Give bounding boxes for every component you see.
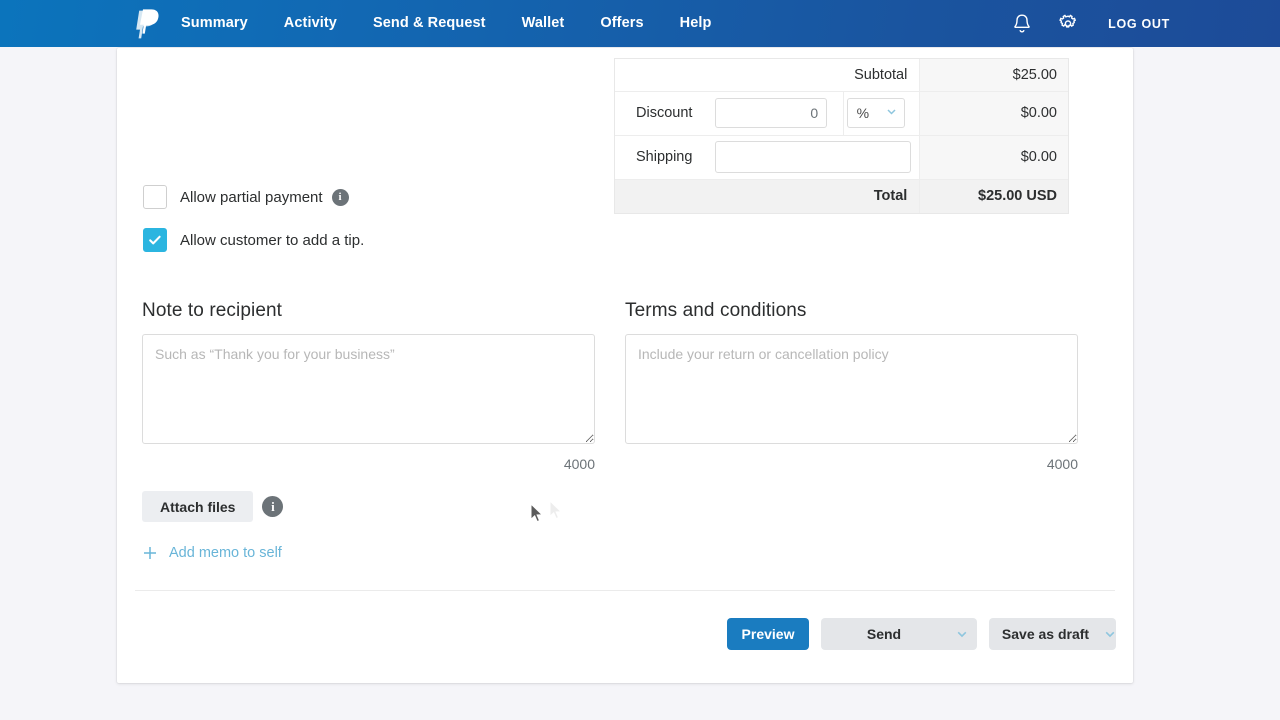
- add-memo-row[interactable]: Add memo to self: [142, 545, 282, 561]
- gear-icon[interactable]: [1056, 12, 1080, 36]
- attach-files-info-icon[interactable]: i: [262, 496, 284, 517]
- note-to-recipient-input[interactable]: [142, 334, 595, 444]
- nav-item-offers[interactable]: Offers: [582, 0, 661, 47]
- nav-item-send-request[interactable]: Send & Request: [355, 0, 504, 47]
- invoice-form-card: Subtotal $25.00 Discount %: [117, 48, 1133, 683]
- totals-row-shipping: Shipping $0.00: [615, 135, 1068, 180]
- allow-tip-checkbox[interactable]: [143, 228, 167, 252]
- plus-icon: [142, 545, 158, 561]
- header-inner: Summary Activity Send & Request Wallet O…: [0, 0, 1280, 47]
- terms-conditions-group: Terms and conditions 4000: [625, 300, 1078, 472]
- nav-item-summary[interactable]: Summary: [181, 0, 266, 47]
- global-header: Summary Activity Send & Request Wallet O…: [0, 0, 1280, 47]
- invoice-totals-table: Subtotal $25.00 Discount %: [614, 58, 1069, 214]
- partial-payment-checkbox[interactable]: [143, 185, 167, 209]
- shipping-label: Shipping: [615, 135, 716, 180]
- subtotal-label: Subtotal: [615, 59, 920, 92]
- draft-chevron-down-icon[interactable]: [1103, 627, 1117, 641]
- partial-payment-option[interactable]: Allow partial payment i: [143, 185, 364, 209]
- nav-item-help[interactable]: Help: [662, 0, 730, 47]
- discount-unit-cell: %: [842, 91, 920, 136]
- send-button-label: Send: [866, 626, 902, 642]
- subtotal-amount: $25.00: [919, 59, 1068, 92]
- footer-actions: Preview Send Save as draft: [727, 618, 1116, 650]
- header-actions: LOG OUT: [1010, 12, 1170, 36]
- nav-item-activity[interactable]: Activity: [266, 0, 355, 47]
- send-chevron-down-icon[interactable]: [947, 627, 977, 641]
- main-nav: Summary Activity Send & Request Wallet O…: [181, 0, 729, 47]
- discount-input-cell: [715, 91, 844, 136]
- logout-button[interactable]: LOG OUT: [1108, 17, 1170, 31]
- discount-label: Discount: [615, 91, 716, 136]
- save-as-draft-button[interactable]: Save as draft: [989, 618, 1116, 650]
- terms-char-counter: 4000: [1046, 456, 1078, 472]
- totals-row-subtotal: Subtotal $25.00: [615, 59, 1068, 92]
- shipping-input-cell: [715, 135, 920, 180]
- bell-icon[interactable]: [1010, 12, 1034, 36]
- total-label: Total: [615, 179, 920, 213]
- partial-payment-info-icon[interactable]: i: [331, 188, 349, 206]
- totals-row-discount: Discount % $0.00: [615, 91, 1068, 136]
- note-char-counter: 4000: [563, 456, 595, 472]
- partial-payment-label: Allow partial payment: [180, 188, 323, 206]
- notes-section: Note to recipient 4000 Terms and conditi…: [142, 300, 1108, 472]
- total-amount: $25.00 USD: [919, 179, 1068, 213]
- allow-tip-option[interactable]: Allow customer to add a tip.: [143, 228, 364, 252]
- note-to-recipient-title: Note to recipient: [142, 300, 283, 321]
- discount-unit-select[interactable]: %: [846, 98, 905, 128]
- add-memo-link[interactable]: Add memo to self: [169, 545, 282, 561]
- discount-amount: $0.00: [919, 91, 1068, 136]
- preview-button[interactable]: Preview: [727, 618, 809, 650]
- payment-options: Allow partial payment i Allow customer t…: [143, 185, 364, 271]
- shipping-amount: $0.00: [919, 135, 1068, 180]
- attach-files-row: Attach files i: [142, 491, 284, 522]
- allow-tip-label: Allow customer to add a tip.: [180, 231, 365, 249]
- send-button[interactable]: Send: [821, 618, 977, 650]
- totals-row-total: Total $25.00 USD: [615, 179, 1068, 213]
- attach-files-button[interactable]: Attach files: [142, 491, 254, 522]
- save-as-draft-label: Save as draft: [1001, 626, 1090, 642]
- chevron-down-icon: [885, 105, 898, 121]
- nav-item-wallet[interactable]: Wallet: [504, 0, 583, 47]
- paypal-logo[interactable]: [133, 8, 159, 39]
- note-to-recipient-group: Note to recipient 4000: [142, 300, 595, 472]
- discount-unit-value: %: [856, 105, 870, 121]
- shipping-value-input[interactable]: [715, 141, 912, 173]
- terms-conditions-title: Terms and conditions: [625, 300, 807, 321]
- discount-value-input[interactable]: [715, 98, 828, 128]
- footer-divider: [135, 590, 1115, 591]
- terms-conditions-input[interactable]: [625, 334, 1078, 444]
